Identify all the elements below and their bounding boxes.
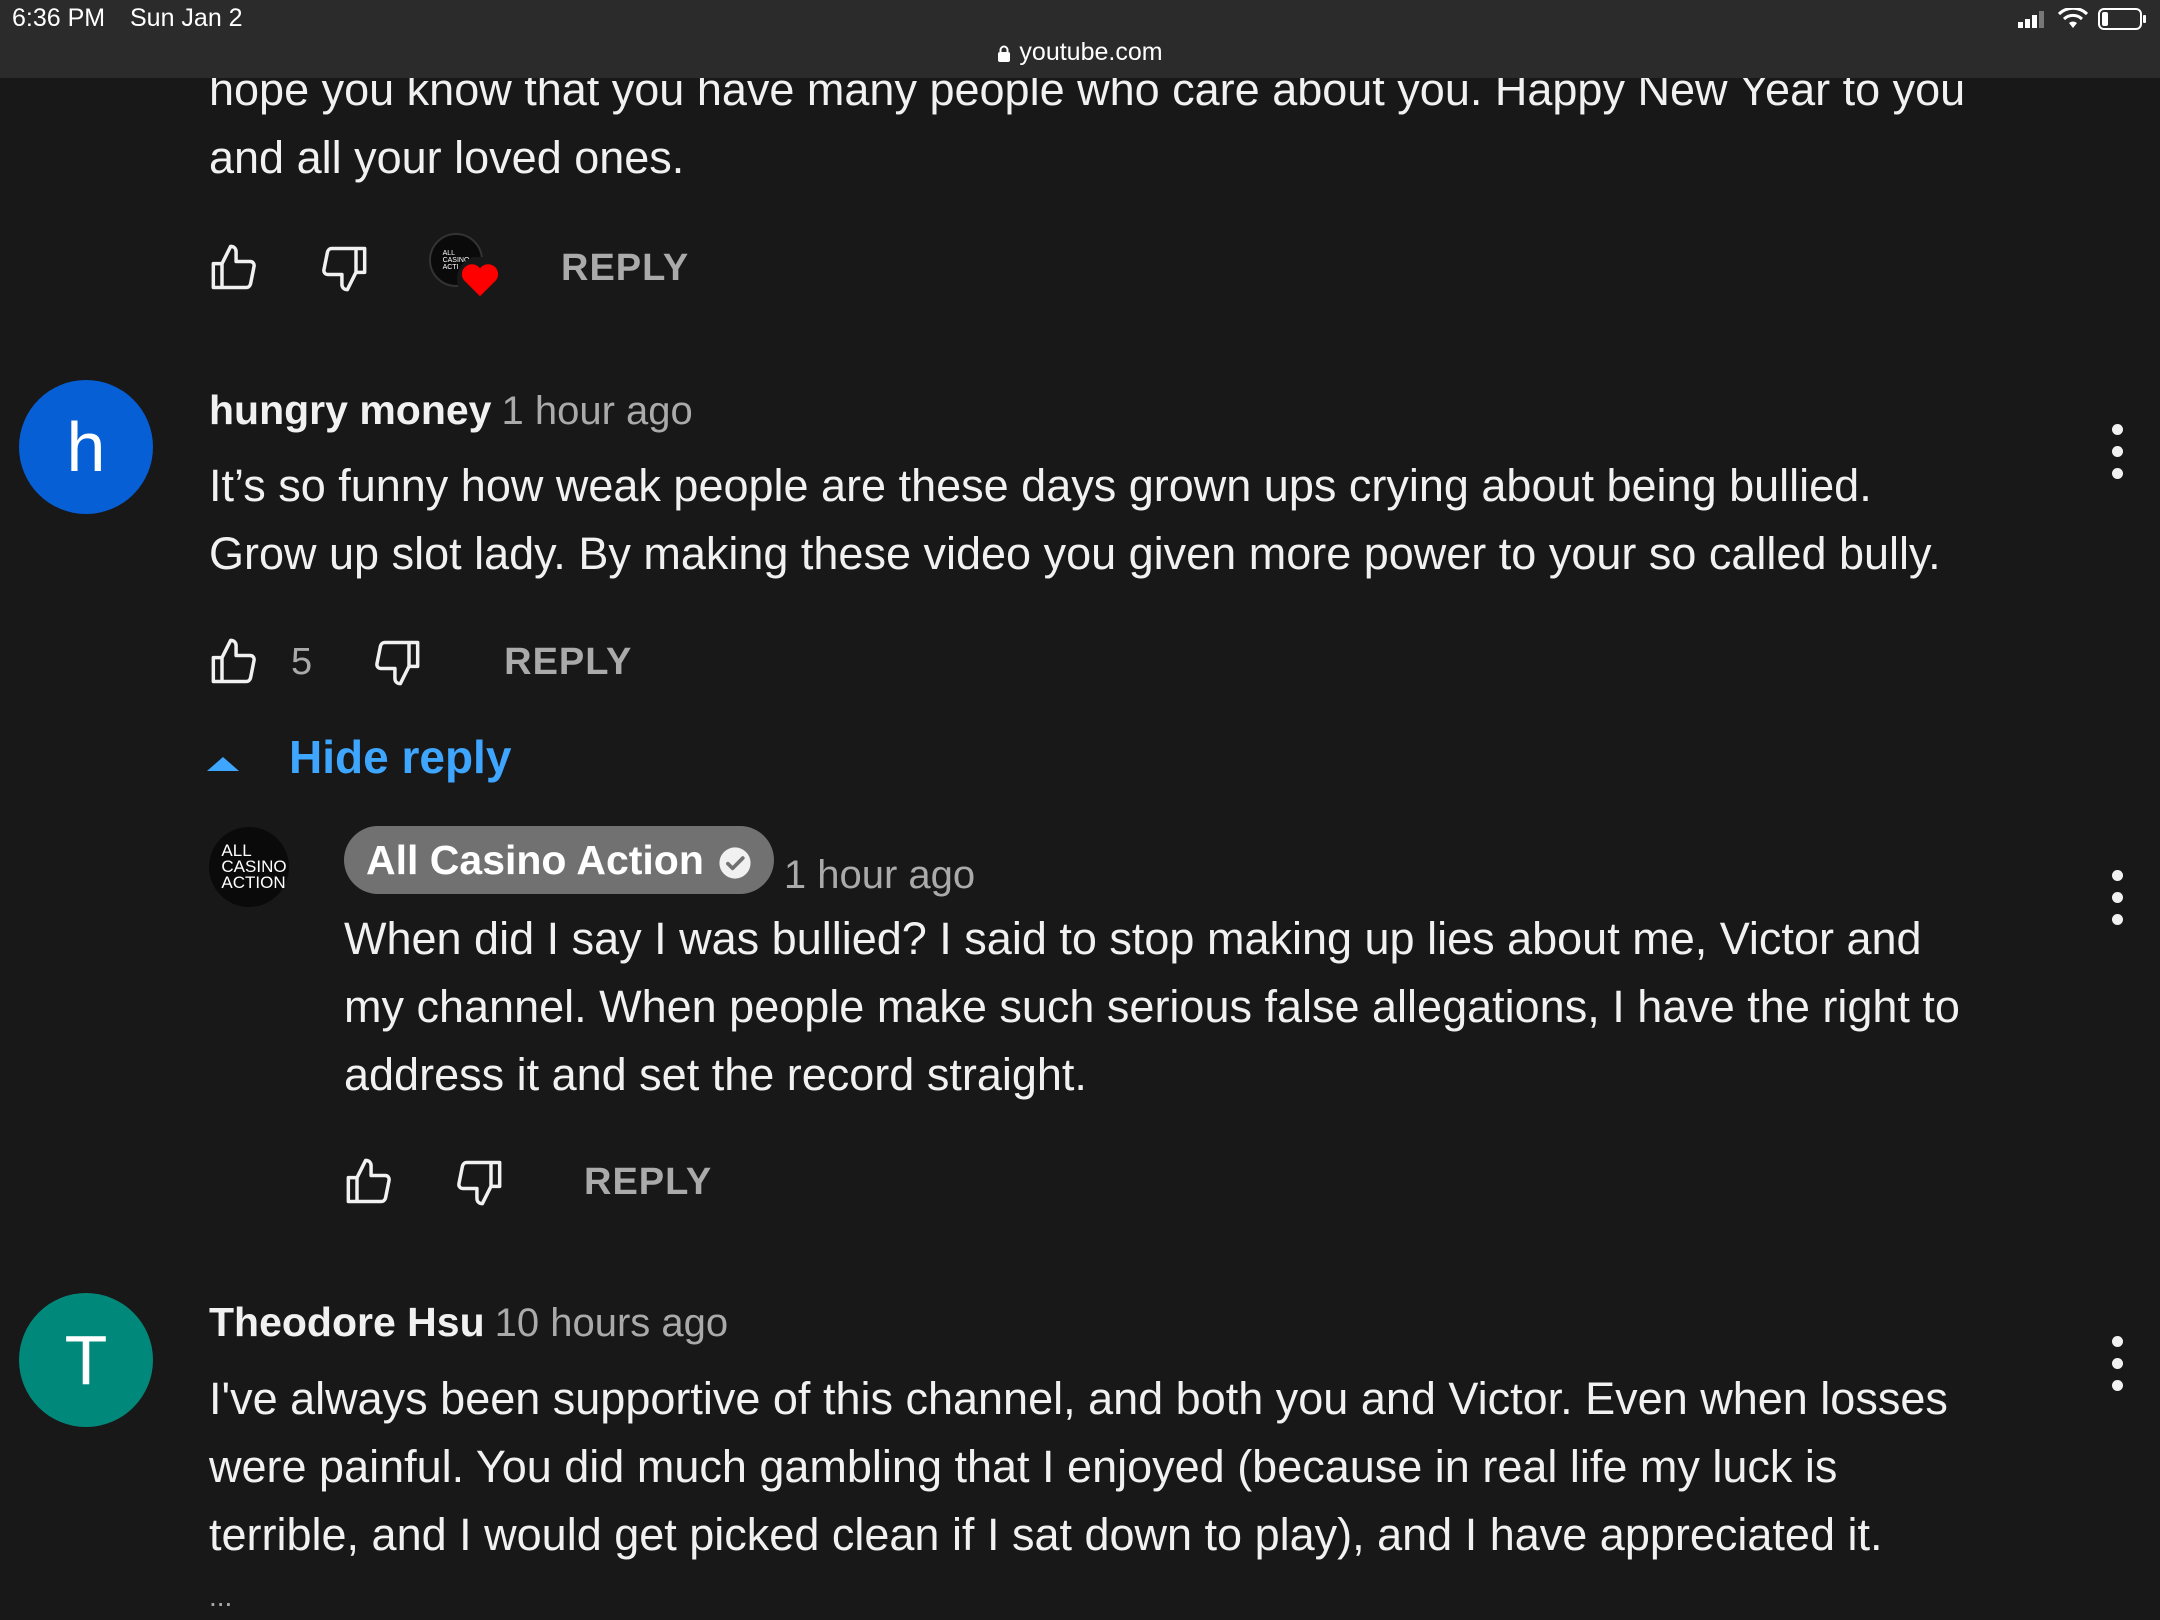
chevron-up-icon bbox=[205, 730, 241, 784]
system-icons bbox=[2018, 6, 2148, 35]
comment-time[interactable]: 10 hours ago bbox=[495, 1301, 729, 1345]
url-text: youtube.com bbox=[1019, 38, 1163, 66]
reply-text: When did I say I was bullied? I said to … bbox=[344, 913, 1960, 1100]
more-vertical-icon[interactable] bbox=[2110, 424, 2124, 479]
lock-icon bbox=[997, 41, 1011, 70]
reply-button[interactable]: REPLY bbox=[584, 1161, 712, 1204]
comment-header: Theodore Hsu 10 hours ago bbox=[209, 1292, 728, 1362]
reply-header: All Casino Action 1 hour ago bbox=[344, 826, 975, 898]
creator-heart-badge: ALL CASINO ACTI bbox=[429, 233, 503, 303]
avatar-letter: h bbox=[66, 408, 106, 486]
hide-reply-label: Hide reply bbox=[289, 731, 512, 783]
avatar[interactable]: h bbox=[19, 380, 153, 514]
like-count: 5 bbox=[291, 640, 313, 683]
address-bar[interactable]: youtube.com bbox=[0, 38, 2160, 70]
status-time: 6:36 PM bbox=[12, 4, 106, 32]
reply-actions: REPLY bbox=[344, 1152, 712, 1212]
comment-actions: 5 REPLY bbox=[209, 632, 632, 692]
reply-author: All Casino Action bbox=[366, 836, 704, 883]
hide-reply-button[interactable]: Hide reply bbox=[205, 727, 511, 787]
reply-button[interactable]: REPLY bbox=[561, 247, 689, 290]
read-more-ellipsis[interactable]: ... bbox=[209, 1582, 232, 1612]
wifi-icon bbox=[2057, 6, 2089, 35]
comment-text: It’s so funny how weak people are these … bbox=[209, 460, 1941, 579]
comment-author[interactable]: Theodore Hsu bbox=[209, 1299, 485, 1345]
battery-icon bbox=[2098, 8, 2148, 35]
thumbs-down-icon[interactable] bbox=[317, 242, 369, 294]
comment-author[interactable]: hungry money bbox=[209, 387, 491, 433]
comment-header: hungry money 1 hour ago bbox=[209, 380, 693, 450]
thumbs-down-icon[interactable] bbox=[370, 636, 422, 688]
heart-icon bbox=[457, 256, 503, 306]
more-vertical-icon[interactable] bbox=[2110, 870, 2124, 925]
more-vertical-icon[interactable] bbox=[2110, 1336, 2124, 1391]
comment-actions: ALL CASINO ACTI REPLY bbox=[209, 233, 689, 302]
thumbs-up-icon[interactable] bbox=[209, 636, 261, 688]
reply-button[interactable]: REPLY bbox=[504, 641, 632, 684]
status-date: Sun Jan 2 bbox=[130, 4, 243, 32]
verified-check-icon bbox=[718, 843, 752, 879]
comment-time[interactable]: 1 hour ago bbox=[501, 389, 692, 433]
comment-text: I've always been supportive of this chan… bbox=[209, 1373, 1948, 1560]
avatar[interactable]: T bbox=[19, 1293, 153, 1427]
cellular-signal-icon bbox=[2018, 10, 2048, 33]
thumbs-up-icon[interactable] bbox=[209, 242, 261, 294]
avatar-letter: T bbox=[64, 1321, 108, 1399]
thumbs-down-icon[interactable] bbox=[452, 1156, 504, 1208]
channel-owner-badge[interactable]: All Casino Action bbox=[344, 826, 774, 894]
status-bar: 6:36 PM Sun Jan 2 youtube.com bbox=[0, 0, 2160, 78]
youtube-comments-page: 6:36 PM Sun Jan 2 youtube.com hope you k… bbox=[0, 0, 2160, 1620]
channel-avatar[interactable]: ALL CASINO ACTION bbox=[209, 827, 289, 907]
thumbs-up-icon[interactable] bbox=[344, 1156, 396, 1208]
reply-time[interactable]: 1 hour ago bbox=[784, 853, 975, 897]
